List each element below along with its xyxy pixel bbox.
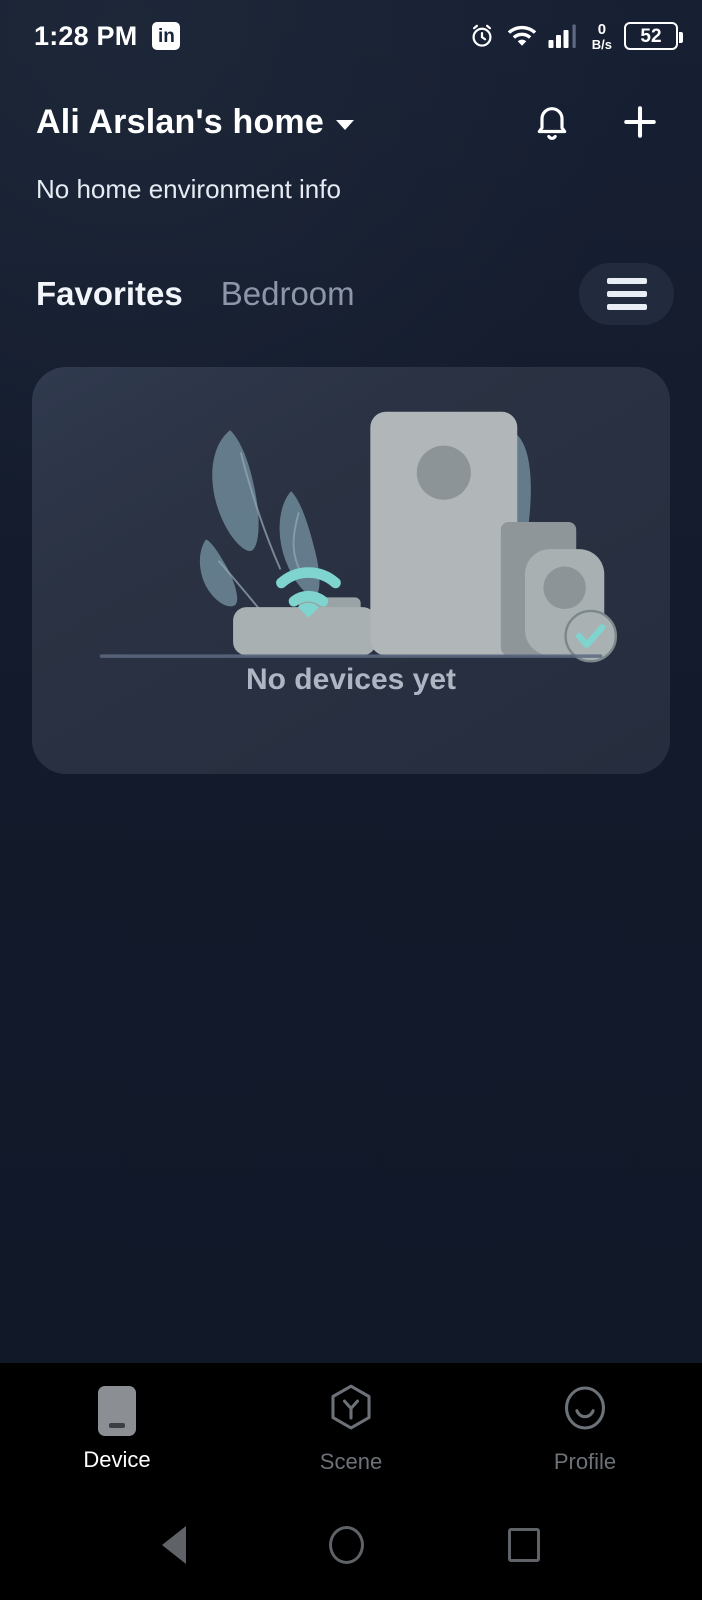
network-rate-indicator: 0 B/s (592, 22, 612, 51)
back-triangle-icon[interactable] (161, 1525, 186, 1564)
wifi-icon (507, 23, 537, 49)
home-environment-info: No home environment info (36, 174, 341, 204)
room-tabs: Favorites Bedroom (36, 275, 355, 313)
nav-label-profile: Profile (553, 1449, 617, 1474)
chevron-down-icon (335, 120, 354, 130)
profile-smiley-icon (561, 1383, 609, 1438)
home-name-label: Ali Arslan's home (36, 102, 324, 141)
scene-hexagon-icon (328, 1383, 374, 1438)
tab-favorites[interactable]: Favorites (36, 275, 183, 313)
nav-item-scene[interactable]: Scene (234, 1383, 468, 1475)
battery-icon: 52 (624, 22, 683, 50)
status-bar-right: 0 B/s 52 (468, 22, 683, 51)
status-bar-clock: 1:28 PM (34, 20, 138, 51)
status-bar: 1:28 PM in 0 B/s 52 (0, 0, 702, 72)
home-selector[interactable]: Ali Arslan's home (36, 103, 354, 142)
header-actions (532, 100, 678, 144)
recents-square-icon[interactable] (508, 1527, 541, 1562)
plus-icon[interactable] (618, 100, 662, 144)
nav-label-scene: Scene (319, 1449, 383, 1474)
header-row: Ali Arslan's home (36, 100, 678, 144)
alarm-clock-icon (468, 22, 496, 50)
app-header: Ali Arslan's home No home environment in… (0, 72, 702, 205)
nav-item-device[interactable]: Device (0, 1385, 234, 1473)
cellular-signal-icon (548, 23, 580, 49)
home-circle-icon[interactable] (329, 1525, 365, 1564)
status-bar-left: 1:28 PM in (34, 20, 181, 52)
hamburger-menu-icon[interactable] (579, 263, 674, 325)
nav-label-device: Device (83, 1446, 151, 1472)
linkedin-icon: in (152, 22, 181, 50)
battery-percent-label: 52 (640, 25, 662, 47)
network-rate-value: 0 (597, 20, 607, 38)
device-icon (98, 1385, 136, 1436)
android-system-navigation (0, 1489, 702, 1600)
nav-item-profile[interactable]: Profile (468, 1383, 702, 1475)
network-rate-unit: B/s (591, 36, 612, 52)
tab-bedroom[interactable]: Bedroom (221, 275, 355, 313)
no-devices-illustration (99, 411, 618, 663)
devices-empty-card: No devices yet (32, 367, 670, 774)
phone-screen: 1:28 PM in 0 B/s 52 Ali Arslan's home No… (0, 0, 702, 1600)
bottom-navigation: Device Scene Profile (0, 1363, 702, 1489)
empty-state-message: No devices yet (245, 663, 457, 696)
room-tabs-bar: Favorites Bedroom (0, 263, 702, 325)
bell-icon[interactable] (532, 101, 572, 143)
